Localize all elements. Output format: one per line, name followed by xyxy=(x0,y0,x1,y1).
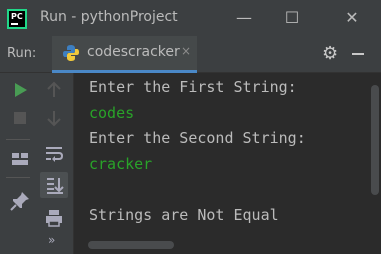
scroll-to-end-icon xyxy=(47,178,64,194)
tab-codescracker[interactable]: codescracker × xyxy=(52,36,197,73)
console-input-line: codes xyxy=(89,104,135,122)
app-icon-text: PC xyxy=(11,12,23,21)
window-title: Run - pythonProject xyxy=(40,9,178,25)
soft-wrap-icon[interactable] xyxy=(42,142,66,166)
title-bar: PC Run - pythonProject — ☐ ✕ xyxy=(0,0,381,36)
console-line: Enter the First String: xyxy=(89,78,297,96)
up-arrow-icon[interactable] xyxy=(42,78,66,102)
close-button[interactable]: ✕ xyxy=(340,6,364,30)
run-icon[interactable] xyxy=(8,78,32,102)
run-toolbar: Run: codescracker × ⚙ xyxy=(0,36,381,73)
stop-icon[interactable] xyxy=(8,106,32,130)
print-icon[interactable] xyxy=(42,206,66,230)
gutter-separator xyxy=(6,139,30,140)
run-label: Run: xyxy=(7,46,37,61)
python-icon xyxy=(63,45,79,61)
console-input-line: cracker xyxy=(89,155,153,173)
tab-close-icon[interactable]: × xyxy=(181,44,191,58)
console-line: Enter the Second String: xyxy=(89,129,306,147)
layout-icon[interactable] xyxy=(8,147,32,171)
console-line: Strings are Not Equal xyxy=(89,206,279,224)
pycharm-logo-icon: PC xyxy=(7,9,27,29)
gutter-separator xyxy=(6,177,30,178)
horizontal-scrollbar[interactable] xyxy=(88,241,174,249)
minimize-button[interactable]: — xyxy=(232,6,256,30)
tool-gutter: » xyxy=(0,73,74,254)
console-output[interactable]: Enter the First String: codes Enter the … xyxy=(74,73,381,254)
pin-icon[interactable] xyxy=(8,189,32,213)
more-icon[interactable]: » xyxy=(48,233,55,247)
scroll-to-end-toggle[interactable] xyxy=(40,172,68,198)
vertical-scrollbar[interactable] xyxy=(371,85,379,195)
tab-label: codescracker xyxy=(87,44,180,60)
down-arrow-icon[interactable] xyxy=(42,106,66,130)
maximize-button[interactable]: ☐ xyxy=(280,6,304,30)
settings-gear-icon[interactable]: ⚙ xyxy=(322,43,338,64)
hide-panel-icon[interactable] xyxy=(352,53,364,55)
